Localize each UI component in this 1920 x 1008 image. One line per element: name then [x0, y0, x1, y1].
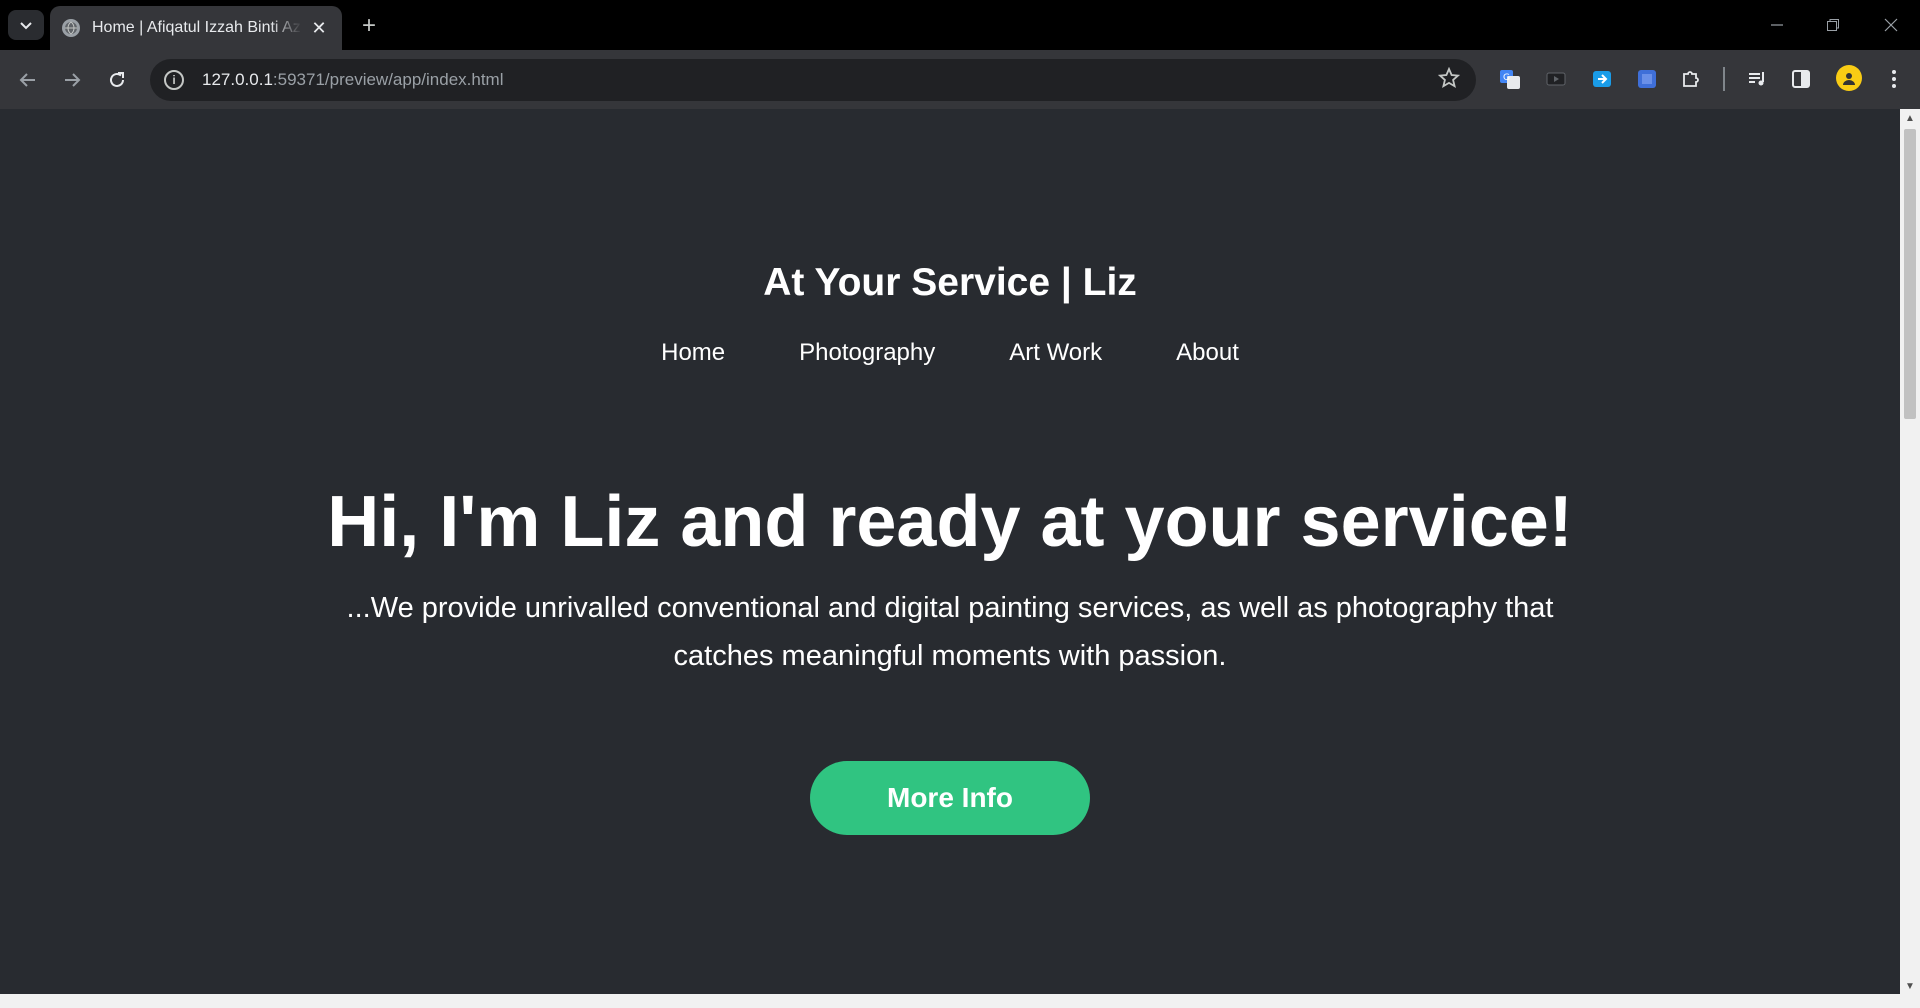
nav-photography[interactable]: Photography — [799, 339, 935, 367]
svg-text:G: G — [1503, 73, 1510, 83]
info-icon[interactable]: i — [164, 70, 184, 90]
reload-icon — [110, 72, 124, 87]
color-extension-icon[interactable] — [1635, 67, 1659, 91]
window-close-icon[interactable] — [1876, 12, 1906, 38]
bookmark-star-icon[interactable] — [1437, 66, 1461, 95]
chevron-down-icon — [20, 22, 32, 30]
scroll-thumb[interactable] — [1904, 129, 1916, 419]
site-title: At Your Service | Liz — [763, 261, 1137, 304]
toolbar-separator — [1723, 67, 1725, 91]
more-info-button[interactable]: More Info — [810, 761, 1090, 835]
cast-extension-icon[interactable] — [1590, 67, 1614, 91]
tab-search-button[interactable] — [8, 10, 44, 40]
new-tab-button[interactable]: + — [355, 12, 383, 40]
globe-icon — [62, 19, 80, 37]
minimize-icon[interactable] — [1762, 12, 1792, 38]
menu-kebab-icon[interactable] — [1882, 67, 1906, 91]
hero-subtitle: ...We provide unrivalled conventional an… — [346, 592, 1554, 672]
site-nav: Home Photography Art Work About — [0, 339, 1900, 367]
profile-avatar-icon[interactable] — [1836, 65, 1862, 91]
hero-title: Hi, I'm Liz and ready at your service! — [327, 482, 1573, 562]
vertical-scrollbar[interactable]: ▲ ▼ — [1900, 109, 1920, 994]
browser-toolbar: i 127.0.0.1:59371/preview/app/index.html… — [0, 50, 1920, 109]
back-button[interactable] — [12, 64, 44, 96]
arrow-left-icon — [19, 73, 35, 87]
side-panel-icon[interactable] — [1789, 67, 1813, 91]
restore-icon[interactable] — [1818, 12, 1848, 38]
nav-about[interactable]: About — [1176, 339, 1239, 367]
url-host: 127.0.0.1 — [202, 70, 273, 89]
tab-title: Home | Afiqatul Izzah Binti Azhar — [92, 19, 302, 36]
tab-close-icon[interactable]: ✕ — [308, 18, 330, 39]
nav-home[interactable]: Home — [661, 339, 725, 367]
media-control-icon[interactable] — [1745, 67, 1769, 91]
url-path: :59371/preview/app/index.html — [272, 70, 504, 89]
arrow-right-icon — [65, 73, 81, 87]
forward-button[interactable] — [56, 64, 88, 96]
nav-art-work[interactable]: Art Work — [1009, 339, 1102, 367]
puzzle-extensions-icon[interactable] — [1679, 67, 1703, 91]
scroll-down-icon[interactable]: ▼ — [1905, 981, 1915, 992]
address-bar[interactable]: i 127.0.0.1:59371/preview/app/index.html — [150, 59, 1476, 101]
horizontal-scrollbar[interactable] — [0, 994, 1920, 1008]
reload-button[interactable] — [101, 64, 133, 96]
active-tab[interactable]: Home | Afiqatul Izzah Binti Azhar ✕ — [50, 6, 342, 50]
scroll-up-icon[interactable]: ▲ — [1905, 113, 1915, 124]
tab-strip: Home | Afiqatul Izzah Binti Azhar ✕ + — [0, 0, 1920, 50]
media-extension-icon[interactable] — [1544, 67, 1568, 91]
translate-extension-icon[interactable]: G — [1498, 67, 1522, 91]
page-viewport: At Your Service | Liz Home Photography A… — [0, 109, 1900, 994]
